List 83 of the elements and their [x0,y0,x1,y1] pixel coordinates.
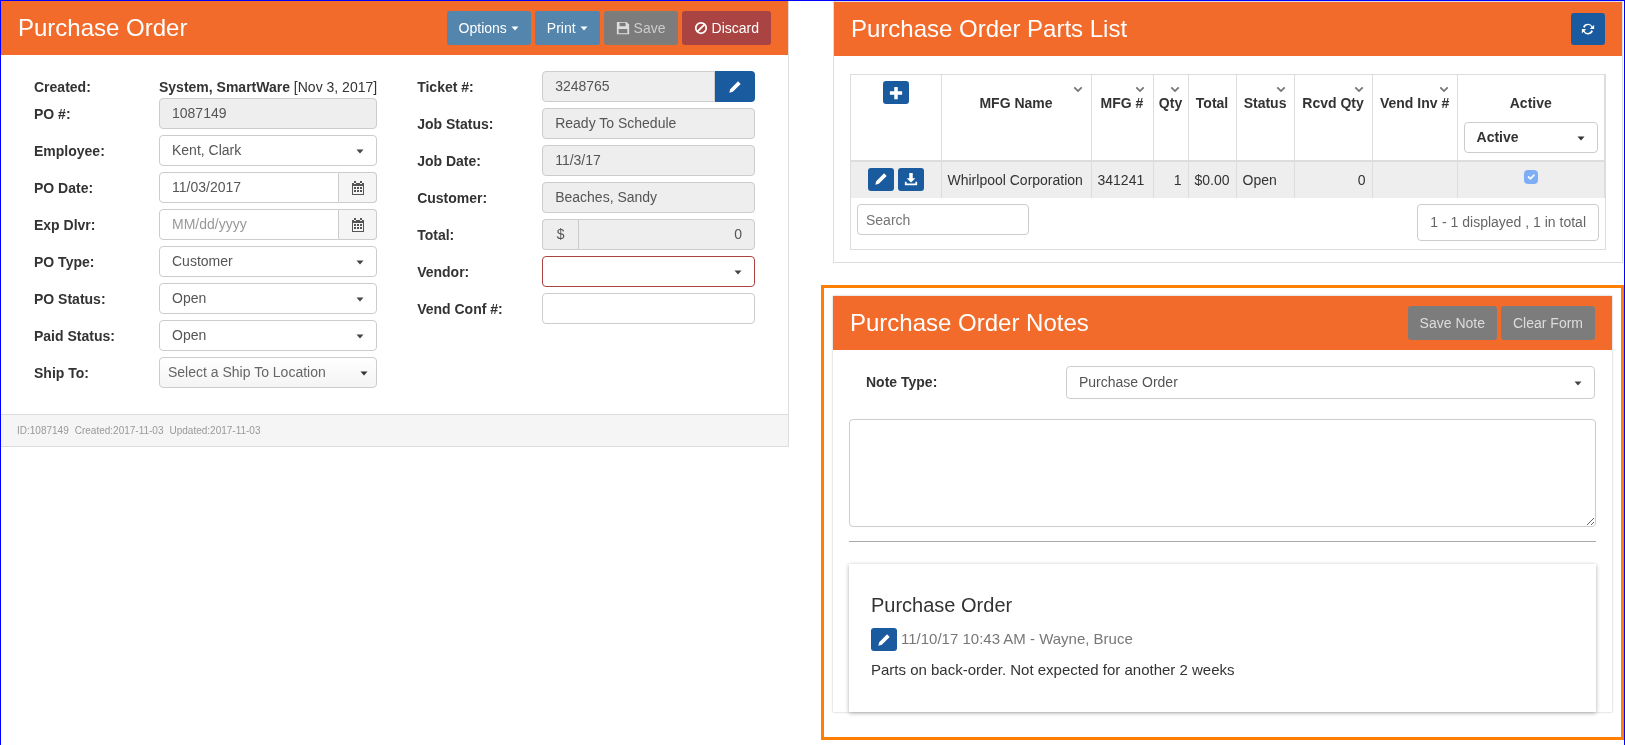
field-label: Vendor: [417,263,471,282]
column-header[interactable]: Qty [1158,95,1183,111]
field-label: Vend Conf #: [417,300,504,319]
column-header[interactable]: MFG Name [979,95,1053,111]
table-cell: 341241 [1097,171,1145,188]
refresh-button[interactable] [1571,13,1605,45]
footer-text: Updated:2017-11-03 [169,424,261,438]
field-label: Job Status: [417,115,495,134]
field-label: Employee: [34,142,106,161]
readonly-field: 11/3/17 [542,145,755,176]
select-field[interactable] [542,256,755,287]
note-title: Purchase Order [871,593,1014,618]
note-meta: 11/10/17 10:43 AM - Wayne, Bruce [901,629,1133,650]
column-header[interactable]: Status [1243,95,1287,111]
column-header[interactable]: Total [1195,95,1229,111]
select-field[interactable]: Purchase Order [1066,366,1595,399]
select-field[interactable]: Open [159,320,378,351]
download-icon [903,172,918,187]
refresh-icon [1581,22,1595,36]
calendar-icon [349,179,366,196]
field-label: Ticket #: [417,78,475,97]
select-field[interactable]: Select a Ship To Location [159,357,378,388]
table-cell: Whirlpool Corporation [947,171,1083,188]
calendar-icon [349,216,366,233]
readonly-field: 1087149 [159,98,378,129]
caret-icon [579,24,588,32]
column-header[interactable]: Vend Inv # [1379,95,1450,111]
field-label: Customer: [417,189,489,208]
field-label: PO #: [34,105,72,124]
field-label: Exp Dlvr: [34,216,97,235]
field-label: PO Date: [34,179,95,198]
currency-addon: $ [542,219,579,250]
dropdown-button[interactable]: Options [446,11,531,45]
pencil-icon [877,632,891,647]
pager-text: 1 - 1 displayed , 1 in total [1417,204,1599,241]
calendar-button[interactable] [339,209,378,240]
readonly-field: Beaches, Sandy [542,182,755,213]
panel-title: Purchase Order [18,13,188,43]
add-button[interactable] [882,81,909,104]
edit-button[interactable] [871,628,897,651]
discard-button[interactable]: Discard [681,11,771,45]
table-cell: 1 [1173,171,1182,188]
select-field[interactable]: Kent, Clark [159,135,378,166]
field-label: Total: [417,226,456,245]
table-cell: Open [1242,171,1277,188]
readonly-field: Ready To Schedule [542,108,755,139]
field-label: Paid Status: [34,327,116,346]
note-body: Parts on back-order. Not expected for another 2 weeks [871,660,1236,680]
panel-title: Purchase Order Notes [850,308,1089,338]
search-field[interactable]: Search [857,204,1029,235]
field-label: PO Type: [34,253,96,272]
calendar-button[interactable] [339,172,378,203]
footer-text: Created:2017-11-03 [74,424,164,438]
floppy-icon [615,21,630,35]
table-cell: 0 [1357,171,1366,188]
plus-icon [888,85,903,100]
readonly-field: 0 [578,219,755,250]
edit-button[interactable] [715,71,755,102]
input-field[interactable] [542,293,755,324]
column-header[interactable]: Rcvd Qty [1302,95,1364,111]
edit-button[interactable] [867,167,894,191]
download-button[interactable] [897,167,924,191]
created-text: System, SmartWare [Nov 3, 2017] [159,78,378,97]
select-field[interactable]: Open [159,283,378,314]
select-field[interactable]: Customer [159,246,378,277]
field-label: Created: [34,78,92,97]
date-field[interactable]: 11/03/2017 [159,172,340,203]
pencil-icon [728,79,742,94]
dropdown-button[interactable]: Print [534,11,600,45]
pencil-icon [873,172,888,187]
ban-icon [693,21,708,35]
field-label: Note Type: [866,373,939,392]
field-label: Job Date: [417,152,482,171]
column-header[interactable]: Active [1509,95,1552,111]
filter-select[interactable]: Active [1463,122,1598,153]
panel-title: Purchase Order Parts List [851,14,1128,44]
table-cell: $0.00 [1194,171,1230,188]
readonly-field: 3248765 [542,71,715,102]
field-label: Ship To: [34,364,90,383]
field-label: PO Status: [34,290,107,309]
column-header[interactable]: MFG # [1100,95,1144,111]
caret-icon [510,24,519,32]
footer-text: ID:1087149 [17,424,69,438]
